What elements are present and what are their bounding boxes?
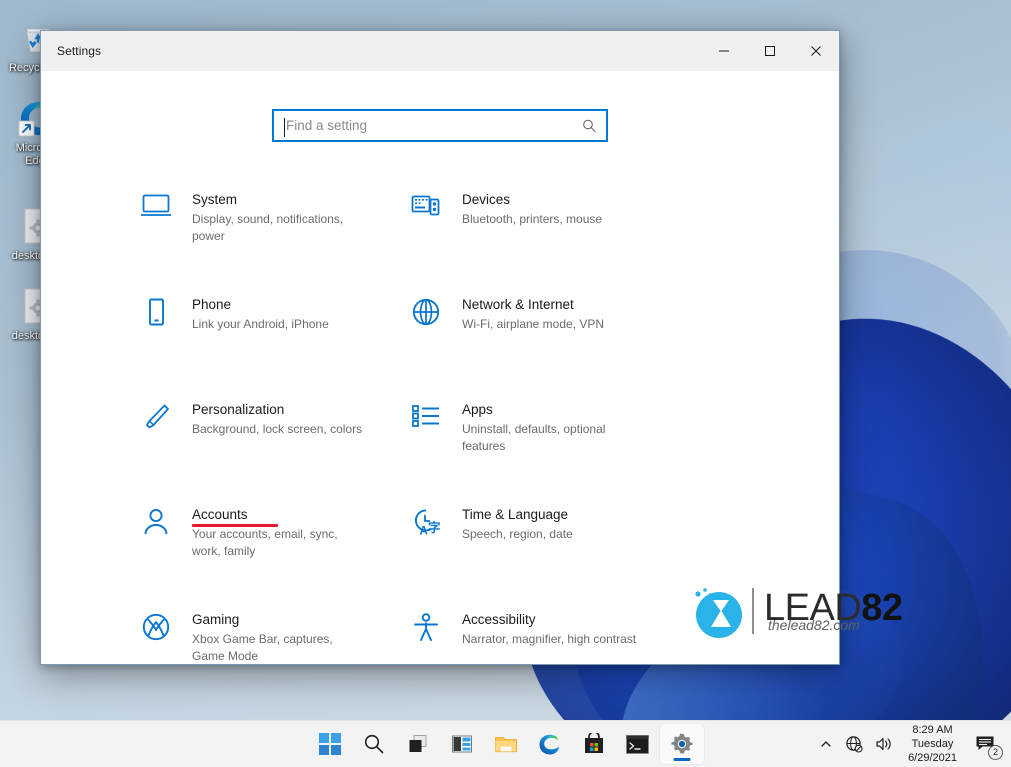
widgets-button[interactable]	[440, 724, 484, 764]
settings-tile-apps[interactable]: Apps Uninstall, defaults, optional featu…	[410, 396, 680, 501]
paintbrush-icon	[140, 400, 192, 440]
tile-description: Display, sound, notifications, power	[192, 212, 344, 243]
settings-window: Settings Find a setting System Display, …	[40, 30, 840, 665]
tile-text: Time & Language Speech, region, date	[462, 505, 573, 543]
settings-button[interactable]	[659, 724, 704, 764]
file-explorer-button[interactable]	[484, 724, 528, 764]
highlight-underline-annotation	[192, 524, 278, 527]
settings-tile-gaming[interactable]: Gaming Xbox Game Bar, captures, Game Mod…	[140, 606, 410, 664]
tile-title: System	[192, 192, 238, 207]
phone-icon	[140, 295, 192, 335]
tile-text: System Display, sound, notifications, po…	[192, 190, 367, 244]
svg-text:字: 字	[428, 520, 441, 535]
clock-language-icon: A 字	[410, 505, 462, 545]
active-indicator	[673, 758, 690, 761]
settings-tile-devices[interactable]: Devices Bluetooth, printers, mouse	[410, 186, 680, 291]
show-hidden-icons-chevron[interactable]	[814, 724, 838, 764]
settings-tile-time-language[interactable]: A 字 Time & Language Speech, region, date	[410, 501, 680, 606]
tile-description: Narrator, magnifier, high contrast	[462, 632, 637, 646]
network-disconnected-icon[interactable]	[840, 724, 868, 764]
tile-title: Phone	[192, 297, 232, 312]
tile-text: Gaming Xbox Game Bar, captures, Game Mod…	[192, 610, 367, 664]
tile-description: Bluetooth, printers, mouse	[462, 212, 603, 226]
watermark-brand-number: 82	[861, 587, 903, 629]
settings-content: System Display, sound, notifications, po…	[41, 71, 839, 664]
start-button[interactable]	[308, 724, 352, 764]
person-icon	[140, 505, 192, 545]
terminal-button[interactable]	[616, 724, 660, 764]
search-box[interactable]	[272, 109, 608, 142]
clock-date: 6/29/2021	[908, 752, 957, 764]
task-view-button[interactable]	[396, 724, 440, 764]
maximize-button[interactable]	[747, 31, 793, 71]
tile-title: Gaming	[192, 612, 240, 627]
tile-description: Speech, region, date	[462, 527, 573, 541]
close-button[interactable]	[793, 31, 839, 71]
taskbar: 8:29 AM Tuesday 6/29/2021 2	[0, 720, 1011, 767]
tile-text: Phone Link your Android, iPhone	[192, 295, 329, 333]
notification-badge: 2	[988, 745, 1003, 760]
clock[interactable]: 8:29 AM Tuesday 6/29/2021	[900, 723, 965, 765]
notification-icon[interactable]: 2	[967, 724, 1005, 764]
tile-description: Wi-Fi, airplane mode, VPN	[462, 317, 605, 331]
tile-description: Your accounts, email, sync, work, family	[192, 527, 338, 558]
system-tray: 8:29 AM Tuesday 6/29/2021 2	[814, 721, 1005, 767]
tile-title: Network & Internet	[462, 297, 574, 312]
window-controls	[701, 31, 839, 71]
desktop: Recycle Bin Microsoft Edge desktop.ini d…	[0, 0, 1011, 767]
tile-description: Uninstall, defaults, optional features	[462, 422, 606, 453]
settings-tile-system[interactable]: System Display, sound, notifications, po…	[140, 186, 410, 291]
tile-text: Devices Bluetooth, printers, mouse	[462, 190, 602, 228]
accessibility-icon	[410, 610, 462, 650]
clock-time: 8:29 AM	[912, 724, 953, 736]
tile-description: Link your Android, iPhone	[192, 317, 329, 331]
clock-day: Tuesday	[911, 738, 954, 750]
tile-text: Apps Uninstall, defaults, optional featu…	[462, 400, 637, 454]
devices-icon	[410, 190, 462, 230]
tile-title: Personalization	[192, 402, 285, 417]
tile-title: Accounts	[192, 507, 248, 522]
microsoft-edge-button[interactable]	[528, 724, 572, 764]
minimize-button[interactable]	[701, 31, 747, 71]
taskbar-app-area	[308, 724, 704, 764]
search-input[interactable]	[274, 118, 564, 133]
tile-title: Apps	[462, 402, 493, 417]
settings-tile-accounts[interactable]: Accounts Your accounts, email, sync, wor…	[140, 501, 410, 606]
settings-tile-accessibility[interactable]: Accessibility Narrator, magnifier, high …	[410, 606, 680, 664]
apps-list-icon	[410, 400, 462, 440]
xbox-icon	[140, 610, 192, 650]
settings-tile-personalization[interactable]: Personalization Background, lock screen,…	[140, 396, 410, 501]
tile-title: Accessibility	[462, 612, 536, 627]
monitor-icon	[140, 190, 192, 230]
settings-tile-phone[interactable]: Phone Link your Android, iPhone	[140, 291, 410, 396]
title-bar[interactable]: Settings	[41, 31, 839, 71]
tile-description: Xbox Game Bar, captures, Game Mode	[192, 632, 333, 663]
search-taskbar-button[interactable]	[352, 724, 396, 764]
settings-tiles-grid: System Display, sound, notifications, po…	[140, 186, 740, 664]
microsoft-store-button[interactable]	[572, 724, 616, 764]
search-row	[41, 109, 839, 142]
tile-text: Accounts Your accounts, email, sync, wor…	[192, 505, 367, 559]
wallpaper-shape-light	[840, 120, 1011, 540]
volume-icon[interactable]	[870, 724, 898, 764]
tile-text: Accessibility Narrator, magnifier, high …	[462, 610, 636, 648]
tile-text: Personalization Background, lock screen,…	[192, 400, 362, 438]
tile-title: Devices	[462, 192, 511, 207]
svg-text:A: A	[420, 526, 428, 538]
tile-text: Network & Internet Wi-Fi, airplane mode,…	[462, 295, 604, 333]
window-title: Settings	[57, 43, 102, 58]
globe-icon	[410, 295, 462, 335]
tile-description: Background, lock screen, colors	[192, 422, 363, 436]
tile-title: Time & Language	[462, 507, 569, 522]
text-caret	[284, 118, 285, 137]
settings-tile-network[interactable]: Network & Internet Wi-Fi, airplane mode,…	[410, 291, 680, 396]
search-icon[interactable]	[582, 118, 597, 133]
